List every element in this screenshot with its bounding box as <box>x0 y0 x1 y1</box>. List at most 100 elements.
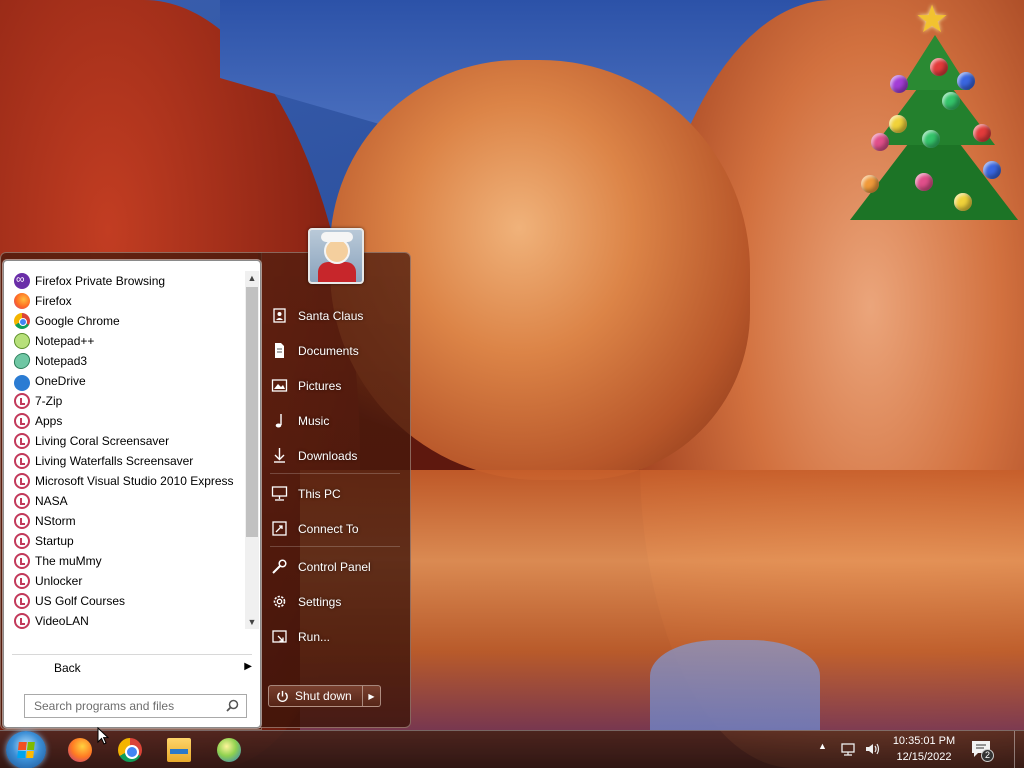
ornament <box>973 124 991 142</box>
gear-icon <box>271 593 288 610</box>
scroll-up-icon[interactable]: ▲ <box>245 271 259 285</box>
network-icon[interactable] <box>840 741 856 757</box>
shutdown-options-button[interactable]: ▶ <box>362 686 380 706</box>
taskbar-firefox-icon[interactable] <box>68 738 92 762</box>
program-label: VideoLAN <box>35 614 89 628</box>
program-label: NStorm <box>35 514 76 528</box>
notepad3-icon <box>12 353 32 369</box>
program-list-item[interactable]: US Golf Courses <box>12 591 244 611</box>
folder-icon <box>14 453 30 469</box>
show-desktop-button[interactable] <box>1014 731 1024 768</box>
program-label: 7-Zip <box>35 394 63 408</box>
back-button[interactable]: Back ▶ <box>12 657 258 679</box>
volume-icon[interactable] <box>864 741 880 757</box>
start-place-music[interactable]: Music <box>268 403 408 438</box>
system-clock[interactable]: 10:35:01 PM 12/15/2022 <box>886 733 962 765</box>
search-icon[interactable] <box>226 699 239 712</box>
place-label: Run... <box>298 629 331 644</box>
user-avatar[interactable] <box>308 228 364 284</box>
power-icon <box>269 686 295 706</box>
christmas-tree-gadget[interactable]: ★ <box>845 0 1020 235</box>
windows-logo-icon <box>17 742 35 758</box>
start-place-pictures[interactable]: Pictures <box>268 368 408 403</box>
start-place-control-panel[interactable]: Control Panel <box>268 549 408 584</box>
program-list-item[interactable]: 7-Zip <box>12 391 244 411</box>
program-list-item[interactable]: VideoLAN <box>12 611 244 631</box>
program-list-item[interactable]: Firefox <box>12 291 244 311</box>
chrome-icon <box>14 313 30 329</box>
folder-icon <box>14 433 30 449</box>
program-list-item[interactable]: Startup <box>12 531 244 551</box>
program-label: NASA <box>35 494 68 508</box>
wrench-icon <box>271 558 288 575</box>
program-label: Notepad++ <box>35 334 95 348</box>
program-list-item[interactable]: OneDrive <box>12 371 244 391</box>
place-label: Settings <box>298 594 342 609</box>
program-list: Firefox Private Browsing Firefox Google Ch… <box>12 271 244 631</box>
search-box[interactable] <box>24 694 247 718</box>
program-list-scrollbar[interactable]: ▲ ▼ <box>245 271 259 629</box>
ornament <box>954 193 972 211</box>
search-input[interactable] <box>34 699 219 713</box>
music-icon <box>271 412 288 429</box>
ornament <box>890 75 908 93</box>
program-list-item[interactable]: Apps <box>12 411 244 431</box>
program-list-item[interactable]: Living Coral Screensaver <box>12 431 244 451</box>
shutdown-label: Shut down <box>295 689 352 703</box>
taskbar-chrome-icon[interactable] <box>118 738 142 762</box>
place-label: Pictures <box>298 378 342 393</box>
folder-icon <box>14 573 30 589</box>
divider <box>12 654 252 655</box>
folder-icon <box>14 613 30 629</box>
program-list-item[interactable]: The muMmy <box>12 551 244 571</box>
program-label: Firefox Private Browsing <box>35 274 166 288</box>
program-label: US Golf Courses <box>35 594 126 608</box>
start-place-run[interactable]: Run... <box>268 619 408 654</box>
place-label: Downloads <box>298 448 358 463</box>
shutdown-button[interactable]: Shut down ▶ <box>268 685 381 707</box>
start-menu: Firefox Private Browsing Firefox Google Ch… <box>0 228 412 730</box>
program-list-item[interactable]: Notepad++ <box>12 331 244 351</box>
folder-icon <box>14 593 30 609</box>
ornament <box>922 130 940 148</box>
place-label: This PC <box>298 486 341 501</box>
program-label: OneDrive <box>35 374 86 388</box>
folder-icon <box>14 473 30 489</box>
program-label: Microsoft Visual Studio 2010 Express <box>35 474 234 488</box>
program-list-item[interactable]: Microsoft Visual Studio 2010 Express <box>12 471 244 491</box>
clock-date: 12/15/2022 <box>896 751 952 763</box>
folder-icon <box>14 393 30 409</box>
program-list-item[interactable]: Google Chrome <box>12 311 244 331</box>
computer-icon <box>271 485 288 502</box>
start-place-this-pc[interactable]: This PC <box>268 476 408 511</box>
scroll-down-icon[interactable]: ▼ <box>245 615 259 629</box>
place-label: Connect To <box>298 521 359 536</box>
program-list-item[interactable]: Living Waterfalls Screensaver <box>12 451 244 471</box>
taskbar-browser-globe-icon[interactable] <box>217 738 241 762</box>
start-place-downloads[interactable]: Downloads <box>268 438 408 473</box>
tray-overflow-chevron-icon[interactable]: ▲ <box>818 741 827 751</box>
start-orb-button[interactable] <box>6 731 46 768</box>
scrollbar-thumb[interactable] <box>246 287 258 537</box>
avatar-hat <box>321 232 353 242</box>
notepadpp-icon <box>14 333 30 349</box>
start-place-connect-to[interactable]: Connect To <box>268 511 408 546</box>
start-place-settings[interactable]: Settings <box>268 584 408 619</box>
program-list-item[interactable]: Firefox Private Browsing <box>12 271 244 291</box>
program-list-item[interactable]: Unlocker <box>12 571 244 591</box>
program-list-pane: Firefox Private Browsing Firefox Google Ch… <box>3 260 261 728</box>
program-label: Living Coral Screensaver <box>35 434 170 448</box>
notification-count-badge: 2 <box>981 749 994 762</box>
program-list-item[interactable]: NASA <box>12 491 244 511</box>
program-list-item[interactable]: Notepad3 <box>12 351 244 371</box>
ornament <box>983 161 1001 179</box>
connect-icon <box>271 520 288 537</box>
start-menu-places: Santa Claus Documents Pictures Music Downloa… <box>268 298 408 654</box>
taskbar-file-explorer-icon[interactable] <box>167 738 191 762</box>
chevron-right-icon: ▶ <box>244 661 252 672</box>
start-place-santa-claus[interactable]: Santa Claus <box>268 298 408 333</box>
program-label: Apps <box>35 414 63 428</box>
firefox-icon <box>14 293 30 309</box>
program-list-item[interactable]: NStorm <box>12 511 244 531</box>
start-place-documents[interactable]: Documents <box>268 333 408 368</box>
